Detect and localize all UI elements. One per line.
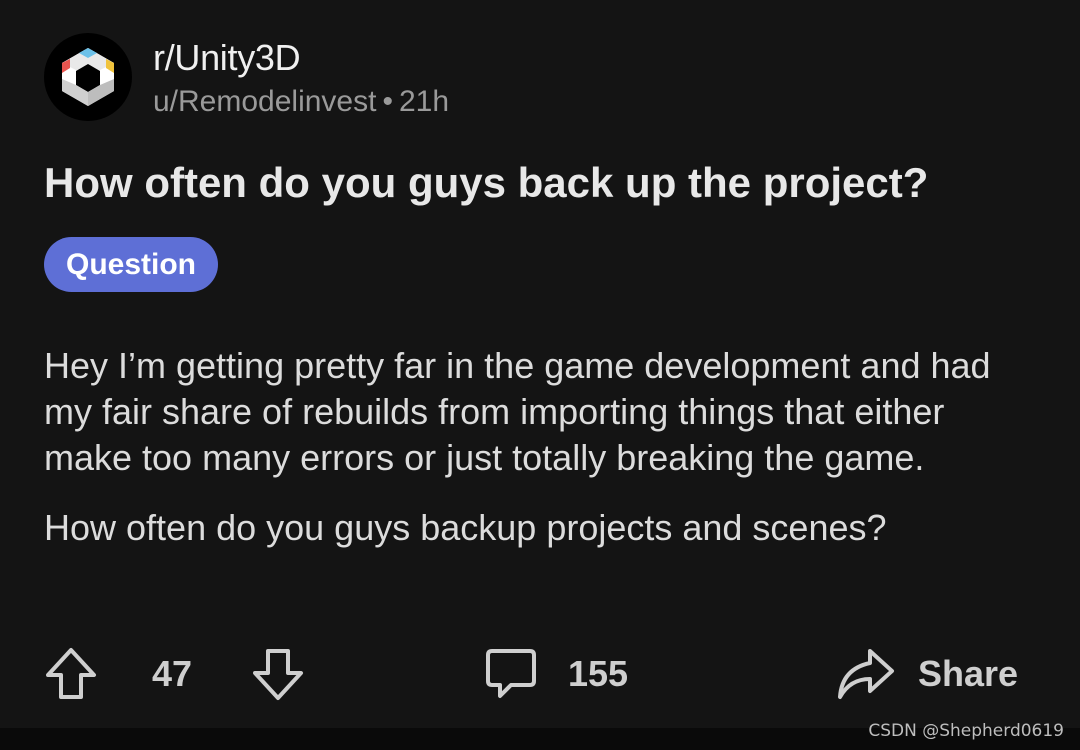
author-name[interactable]: u/Remodelinvest bbox=[153, 85, 376, 118]
subreddit-name[interactable]: r/Unity3D bbox=[153, 36, 449, 80]
comment-bubble-icon bbox=[486, 649, 536, 698]
body-paragraph: Hey I’m getting pretty far in the game d… bbox=[44, 345, 991, 478]
post-header: r/Unity3D u/Remodelinvest • 21h bbox=[153, 36, 449, 121]
post-time: 21h bbox=[398, 85, 450, 118]
watermark: CSDN @Shepherd0619 bbox=[868, 721, 1064, 741]
body-paragraph: How often do you guys backup projects an… bbox=[44, 507, 887, 548]
action-bar: 47 155 Share bbox=[0, 640, 1080, 710]
share-arrow-icon bbox=[838, 649, 894, 699]
post-body: Hey I’m getting pretty far in the game d… bbox=[44, 343, 1034, 551]
vote-count: 47 bbox=[152, 653, 193, 694]
downvote-button[interactable] bbox=[251, 646, 305, 702]
unity-logo-icon bbox=[62, 48, 114, 106]
share-button[interactable]: Share bbox=[836, 647, 1018, 701]
downvote-arrow-icon bbox=[253, 649, 303, 700]
meta-separator: • bbox=[382, 85, 393, 118]
comment-count: 155 bbox=[568, 653, 629, 694]
comment-button[interactable] bbox=[484, 647, 538, 701]
subreddit-avatar[interactable] bbox=[44, 33, 132, 121]
upvote-arrow-icon bbox=[46, 648, 96, 699]
upvote-button[interactable] bbox=[44, 646, 98, 702]
post-meta: u/Remodelinvest • 21h bbox=[153, 83, 449, 121]
post-card: r/Unity3D u/Remodelinvest • 21h How often … bbox=[0, 0, 1080, 728]
flair-badge[interactable]: Question bbox=[44, 237, 219, 292]
share-label[interactable]: Share bbox=[918, 653, 1018, 695]
post-title[interactable]: How often do you guys back up the projec… bbox=[44, 155, 1054, 211]
